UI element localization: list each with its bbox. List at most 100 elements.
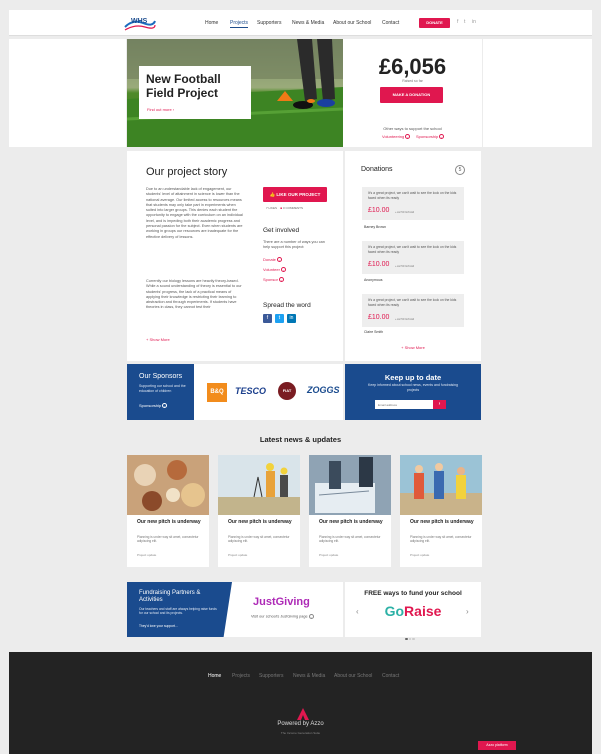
nav-news-media[interactable]: News & Media xyxy=(292,20,324,26)
donate-button[interactable]: DONATE xyxy=(419,18,450,28)
footer-nav-about[interactable]: About our School xyxy=(334,673,372,679)
footer-nav-contact[interactable]: Contact xyxy=(382,673,399,679)
donate-label: Donate xyxy=(263,257,276,262)
like-meta: 7 LIKES ■ 0 COMMENTS xyxy=(266,206,303,210)
facebook-share-icon[interactable]: f xyxy=(263,314,272,323)
news-tag: Project update xyxy=(228,553,248,557)
donation-message: It's a great project, we can't wait to s… xyxy=(368,298,457,307)
footer-nav-home[interactable]: Home xyxy=(208,673,221,679)
donate-link[interactable]: Donate › xyxy=(263,257,282,263)
volunteering-link[interactable]: Volunteering › xyxy=(382,134,411,140)
sponsor-label: Sponsor xyxy=(263,277,278,282)
subscribe-button[interactable]: › xyxy=(433,400,446,409)
news-heading: Latest news & updates xyxy=(259,435,342,444)
sponsor-link[interactable]: Sponsor › xyxy=(263,277,284,283)
twitter-icon[interactable]: t xyxy=(464,19,465,25)
carousel-dot[interactable] xyxy=(408,637,411,640)
spread-heading: Spread the word xyxy=(263,302,311,309)
fiat-logo[interactable]: FIAT xyxy=(278,382,296,400)
bq-logo[interactable]: B&Q xyxy=(207,383,227,402)
volunteering-label: Volunteering xyxy=(382,134,405,139)
volunteer-link[interactable]: Volunteer › xyxy=(263,267,286,273)
news-tag: Project update xyxy=(410,553,430,557)
comments-count[interactable]: 0 COMMENTS xyxy=(283,206,303,210)
footer-nav-projects[interactable]: Projects xyxy=(232,673,250,679)
story-title: Our project story xyxy=(146,166,228,178)
like-project-button[interactable]: 👍 LIKE OUR PROJECT xyxy=(263,187,327,202)
chevron-right-icon: › xyxy=(405,134,411,140)
platform-badge[interactable]: Azzo platform xyxy=(478,741,516,750)
facebook-icon[interactable]: f xyxy=(457,19,458,25)
project-title: New Football Field Project xyxy=(146,72,221,100)
like-label: LIKE OUR PROJECT xyxy=(276,192,321,197)
tesco-logo[interactable]: TESCO xyxy=(235,386,266,396)
nav-about[interactable]: About our School xyxy=(333,20,371,26)
chevron-right-icon: › xyxy=(162,403,168,409)
news-image-food xyxy=(127,455,209,515)
donation-amount: £10.00 xyxy=(368,261,390,268)
nav-contact[interactable]: Contact xyxy=(382,20,399,26)
chevron-right-icon: › xyxy=(439,134,445,140)
news-headline[interactable]: Our new pitch is underway xyxy=(137,519,209,525)
svg-text:WHS: WHS xyxy=(131,18,148,25)
goraise-logo[interactable]: GoRaise xyxy=(345,603,481,619)
newsletter-text: Keep informed about school news, events … xyxy=(368,383,458,392)
donations-show-more[interactable]: + Show More xyxy=(345,345,481,350)
sponsorship-link[interactable]: Sponsorship › xyxy=(139,403,168,409)
carousel-dot[interactable] xyxy=(412,637,415,640)
donation-amount: £10.00 xyxy=(368,314,390,321)
news-headline[interactable]: Our new pitch is underway xyxy=(228,519,300,525)
sponsorship-label: Sponsorship xyxy=(416,134,439,139)
nav-home[interactable]: Home xyxy=(205,20,218,26)
zoggs-logo[interactable]: ZOGGS xyxy=(307,385,340,395)
donor-name: Barney Brown xyxy=(364,225,386,229)
justgiving-logo[interactable]: JustGiving xyxy=(253,596,310,608)
carousel-dot[interactable] xyxy=(405,637,408,640)
hero-left-panel xyxy=(9,39,126,147)
amount-raised: £6,056 xyxy=(378,54,447,79)
find-out-more-link[interactable]: Find out more › xyxy=(147,107,174,112)
free-ways-title: FREE ways to fund your school xyxy=(364,590,462,597)
news-headline[interactable]: Our new pitch is underway xyxy=(410,519,482,525)
chevron-right-icon: › xyxy=(308,614,314,619)
sponsorship-link[interactable]: Sponsorship › xyxy=(416,134,445,140)
carousel-dots[interactable] xyxy=(405,627,421,640)
story-paragraph: Currently our biology lessons are heavil… xyxy=(146,279,242,310)
school-logo[interactable]: WHS xyxy=(123,13,157,33)
news-summary: Planning is under way sit amet, consecte… xyxy=(319,535,381,543)
make-donation-button[interactable]: MAKE A DONATION xyxy=(380,87,443,103)
other-ways-text: Other ways to support the school xyxy=(383,126,442,131)
newsletter-title: Keep up to date xyxy=(384,373,442,382)
nav-projects[interactable]: Projects xyxy=(230,20,249,28)
story-show-more[interactable]: + Show More xyxy=(146,337,170,342)
gift-aid: + £2.50 Gift Aid xyxy=(395,210,415,214)
goraise-go: Go xyxy=(384,603,405,619)
donations-count: 5 xyxy=(455,165,465,175)
justgiving-link[interactable]: Visit our school's JustGiving page › xyxy=(251,614,314,619)
footer-nav-news[interactable]: News & Media xyxy=(293,673,325,679)
news-summary: Planning is under way sit amet, consecte… xyxy=(228,535,290,543)
sponsorship-label: Sponsorship xyxy=(139,403,162,408)
fundraising-support-link[interactable]: They'd love your support... xyxy=(139,624,178,628)
chevron-left-icon[interactable]: ‹ xyxy=(356,607,359,616)
footer-nav-supporters[interactable]: Supporters xyxy=(259,673,283,679)
volunteer-label: Volunteer xyxy=(263,267,280,272)
chevron-right-icon: › xyxy=(280,267,286,273)
get-involved-text: There are a number of ways you can help … xyxy=(263,240,325,249)
sponsors-title: Our Sponsors xyxy=(139,373,183,380)
twitter-share-icon[interactable]: t xyxy=(275,314,284,323)
sponsors-text: Supporting our school and the education … xyxy=(139,384,186,393)
linkedin-icon[interactable]: in xyxy=(472,19,476,25)
linkedin-share-icon[interactable]: in xyxy=(287,314,296,323)
news-image-kids xyxy=(400,455,482,515)
donation-message: It's a great project, we can't wait to s… xyxy=(368,245,457,254)
email-field[interactable] xyxy=(375,400,433,409)
azzo-tagline: The Income Generation Suite xyxy=(280,731,321,735)
azzo-logo-icon xyxy=(297,707,309,720)
site-footer xyxy=(9,652,592,754)
nav-supporters[interactable]: Supporters xyxy=(257,20,281,26)
comment-icon: ■ xyxy=(280,206,283,210)
chevron-right-icon[interactable]: › xyxy=(466,607,469,616)
goraise-raise: Raise xyxy=(404,603,442,619)
news-headline[interactable]: Our new pitch is underway xyxy=(319,519,391,525)
